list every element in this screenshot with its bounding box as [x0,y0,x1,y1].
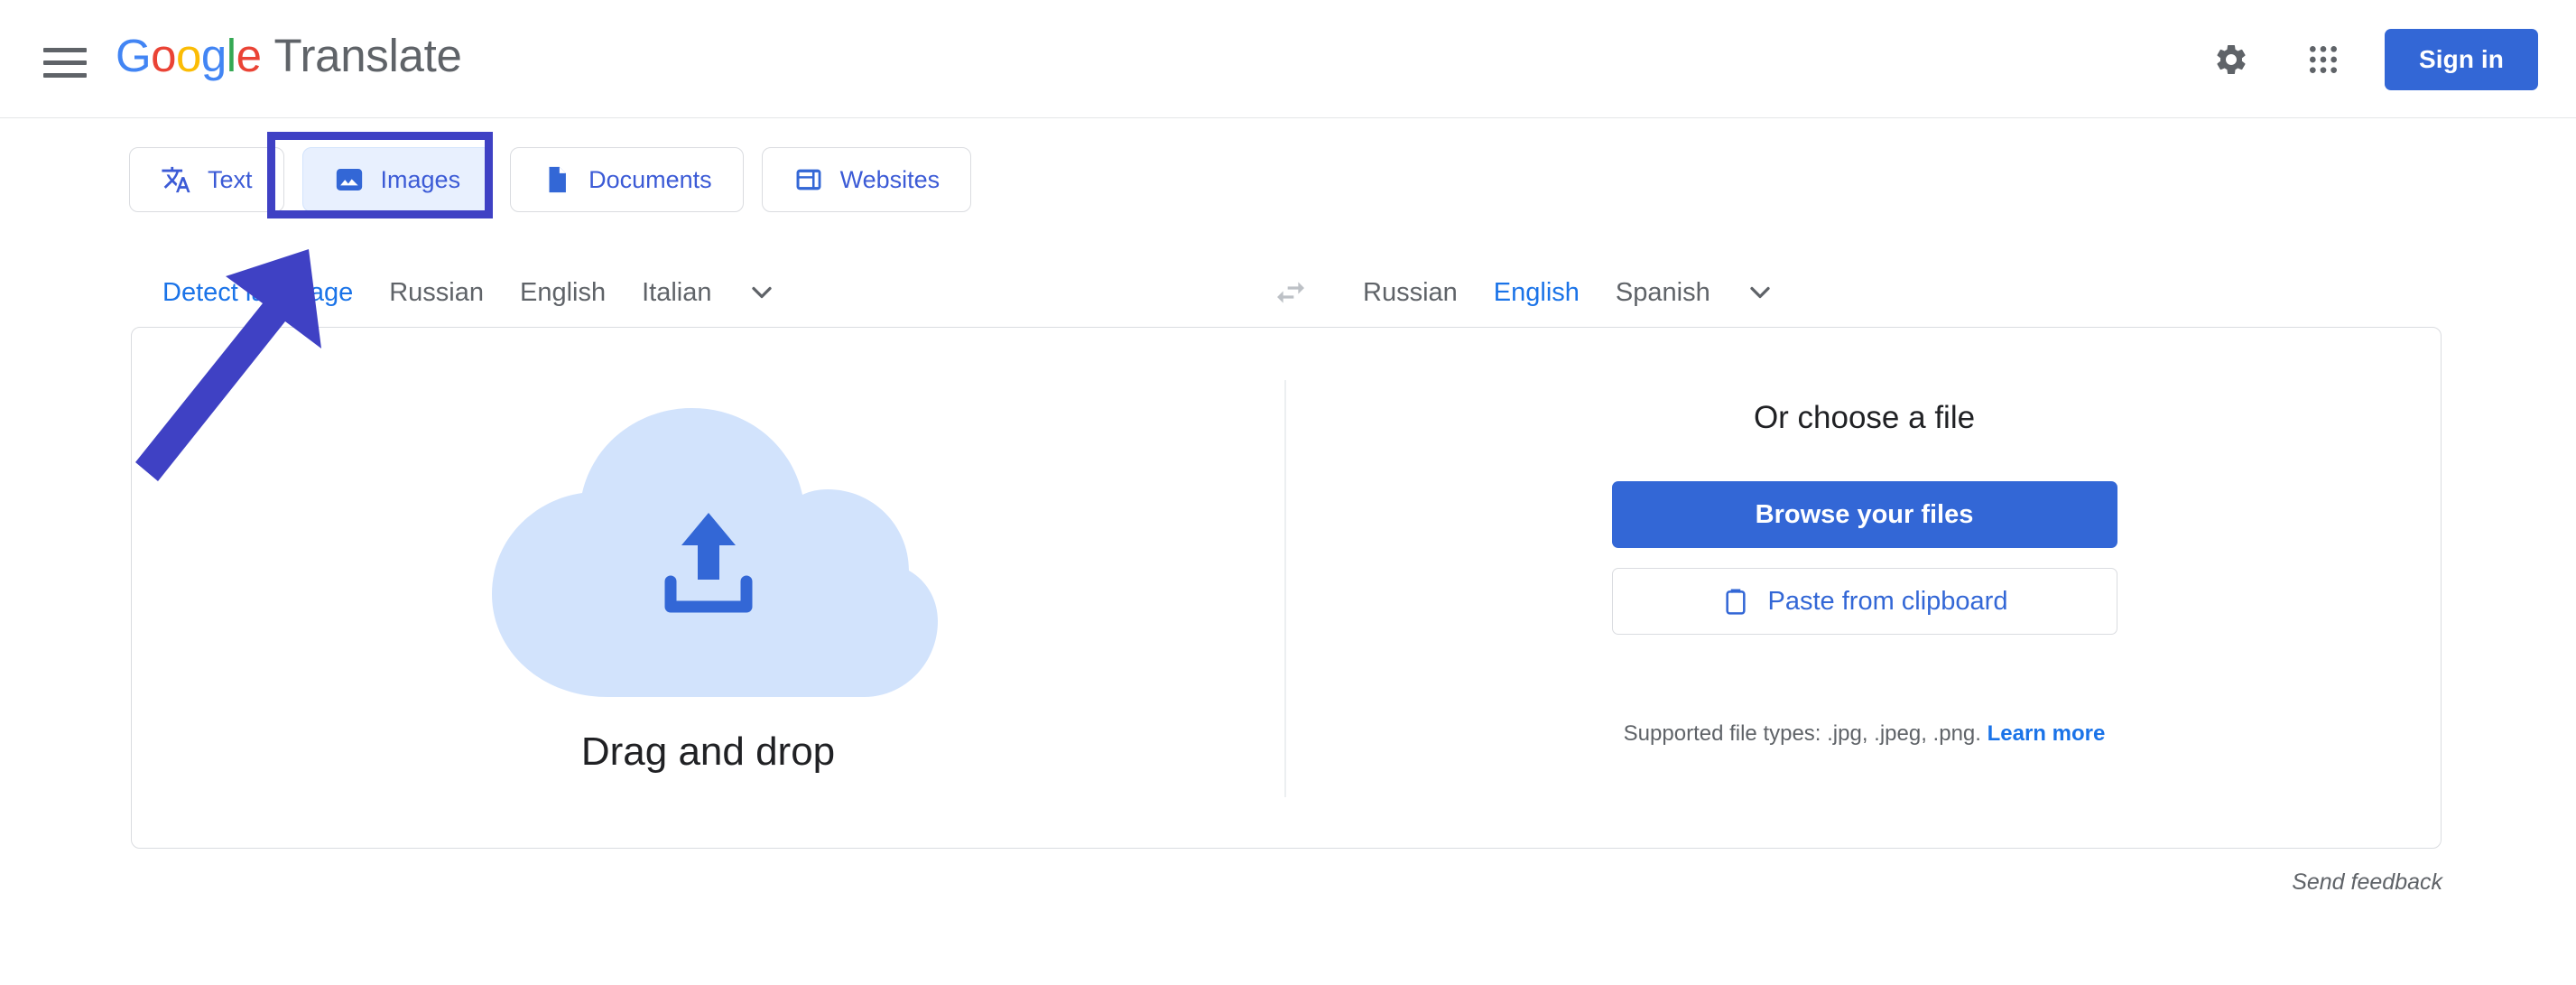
logo-letter-g: g [200,29,227,81]
tab-websites[interactable]: Websites [761,147,972,212]
supported-file-types-note: Supported file types: .jpg, .jpeg, .png.… [1624,721,2106,747]
source-lang-chevron-down-icon[interactable] [730,262,793,323]
tab-label-images: Images [380,165,461,193]
logo-letter-o2: o [176,29,201,81]
choose-file-title: Or choose a file [1753,400,1976,435]
target-lang-english[interactable]: English [1475,262,1598,349]
hamburger-menu-icon[interactable] [43,42,94,83]
clipboard-icon [1725,589,1746,615]
learn-more-link[interactable]: Learn more [1988,721,2106,746]
source-language-bar: Detect language Russian English Italian [144,262,793,349]
logo-letter-o1: o [151,29,177,81]
product-name: Translate [273,29,462,81]
website-layout-icon [796,169,821,190]
google-translate-page: Google Translate Sign in Text Images Doc… [0,0,2576,985]
paste-from-clipboard-button[interactable]: Paste from clipboard [1611,568,2117,635]
choose-file-panel: Or choose a file Browse your files Paste… [1286,328,2442,850]
drag-and-drop-label: Drag and drop [580,729,836,774]
target-language-bar: Russian English Spanish [1345,262,1792,349]
source-lang-english[interactable]: English [502,262,624,323]
hamburger-line [43,72,87,78]
paste-from-clipboard-label: Paste from clipboard [1767,586,2008,616]
tab-label-websites: Websites [839,165,941,193]
google-apps-grid-icon[interactable] [2293,29,2354,90]
supported-file-types-text: Supported file types: .jpg, .jpeg, .png. [1623,721,1981,746]
mode-tab-strip: Text Images Documents Websites [129,147,972,212]
header-actions: Sign in [2201,0,2538,118]
logo-letter-G: G [116,29,152,81]
drag-and-drop-zone[interactable]: Drag and drop [132,328,1284,850]
google-logo: Google [116,33,262,79]
tab-documents[interactable]: Documents [510,147,744,212]
source-lang-russian[interactable]: Russian [371,262,502,323]
image-icon [336,168,362,191]
translate-text-icon [162,166,190,193]
send-feedback-link[interactable]: Send feedback [2292,869,2442,896]
cloud-upload-icon [456,397,961,704]
tab-images[interactable]: Images [301,147,493,212]
image-upload-card: Drag and drop Or choose a file Browse yo… [131,327,2442,849]
hamburger-line [43,60,87,65]
sign-in-button[interactable]: Sign in [2384,28,2538,90]
source-lang-italian[interactable]: Italian [624,262,729,323]
tab-label-text: Text [208,165,253,193]
tab-label-documents: Documents [588,165,712,193]
gear-icon[interactable] [2201,29,2262,90]
hamburger-line [43,47,87,52]
app-header: Google Translate Sign in [0,0,2576,118]
source-lang-detect-language[interactable]: Detect language [144,262,372,349]
brand-logo[interactable]: Google Translate [116,23,462,87]
document-icon [549,166,566,193]
browse-your-files-button[interactable]: Browse your files [1611,481,2117,548]
swap-languages-icon[interactable] [1259,262,1322,323]
target-lang-spanish[interactable]: Spanish [1598,262,1728,323]
target-lang-russian[interactable]: Russian [1345,262,1476,323]
target-lang-chevron-down-icon[interactable] [1728,262,1792,323]
logo-letter-l: l [226,29,236,81]
tab-text[interactable]: Text [129,147,284,212]
logo-letter-e: e [236,29,262,81]
